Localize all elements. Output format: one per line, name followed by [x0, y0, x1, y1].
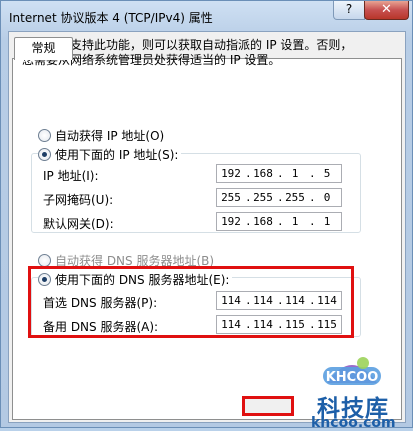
description-line-2: 您需要从网络系统管理员处获得适当的 IP 设置。: [22, 53, 281, 67]
subnet-mask-field[interactable]: 255. 255. 255. 0: [216, 188, 342, 207]
khcoo-logo-icon: KHCOO: [323, 357, 381, 385]
default-gateway-label: 默认网关(D):: [43, 217, 114, 231]
window-title: Internet 协议版本 4 (TCP/IPv4) 属性: [9, 11, 213, 25]
radio-manual-ip-label: 使用下面的 IP 地址(S):: [55, 148, 179, 162]
ok-button-highlight[interactable]: [242, 396, 294, 416]
watermark-domain: khcoo.com: [311, 415, 396, 431]
description-text: 如果网络支持此功能，则可以获取自动指派的 IP 设置。否则， 您需要从网络系统管…: [22, 38, 382, 68]
description-line-1: 如果网络支持此功能，则可以获取自动指派的 IP 设置。否则，: [22, 38, 353, 52]
close-button[interactable]: ✕: [364, 1, 409, 20]
help-button[interactable]: ?: [333, 1, 365, 20]
subnet-mask-label: 子网掩码(U):: [43, 193, 114, 207]
ip-octet-4: 5: [323, 167, 331, 180]
watermark-logo-text: KHCOO: [326, 370, 379, 385]
gw-octet-1: 192: [221, 215, 241, 228]
ip-octet-2: 168: [253, 167, 273, 180]
ip-octet-1: 192: [221, 167, 241, 180]
radio-manual-ip-indicator[interactable]: [38, 148, 51, 161]
dns-highlight-box: [28, 266, 354, 338]
radio-auto-ip-label: 自动获得 IP 地址(O): [55, 129, 165, 143]
mask-octet-3: 255: [285, 191, 305, 204]
tab-general[interactable]: 常规: [14, 37, 73, 60]
gw-octet-2: 168: [253, 215, 273, 228]
radio-manual-ip[interactable]: 使用下面的 IP 地址(S):: [38, 146, 182, 163]
ip-address-label: IP 地址(I):: [43, 169, 99, 183]
mask-octet-1: 255: [221, 191, 241, 204]
radio-auto-ip[interactable]: 自动获得 IP 地址(O): [38, 127, 164, 144]
gw-octet-3: 1: [291, 215, 299, 228]
gw-octet-4: 1: [323, 215, 331, 228]
ip-address-field[interactable]: 192. 168. 1. 5: [216, 164, 342, 183]
mask-octet-4: 0: [323, 191, 331, 204]
ip-octet-3: 1: [291, 167, 299, 180]
mask-octet-2: 255: [253, 191, 273, 204]
watermark: KHCOO 科技库 khcoo.com: [301, 349, 413, 431]
title-bar[interactable]: Internet 协议版本 4 (TCP/IPv4) 属性 ? ✕: [1, 1, 412, 31]
default-gateway-field[interactable]: 192. 168. 1. 1: [216, 212, 342, 231]
radio-auto-ip-indicator[interactable]: [38, 129, 51, 142]
dialog-window: Internet 协议版本 4 (TCP/IPv4) 属性 ? ✕ 常规 如果网…: [0, 0, 413, 431]
